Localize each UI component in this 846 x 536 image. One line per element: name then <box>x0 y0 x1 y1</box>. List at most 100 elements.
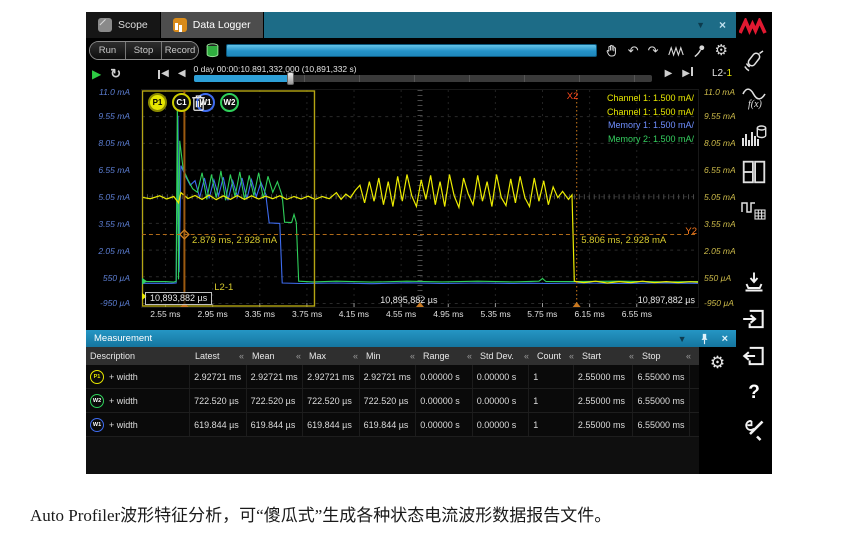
tab-data-logger[interactable]: Data Logger <box>161 12 264 38</box>
col-description[interactable]: Description <box>86 347 191 365</box>
legend-channel1-b: Channel 1: 1.500 mA/ <box>607 106 694 120</box>
col-std-dev[interactable]: Std Dev.« <box>476 347 533 365</box>
waveform-plot[interactable]: P1 C1 W1 W2 Channel 1: 1.500 mA/ Channel… <box>141 89 699 308</box>
page: Scope Data Logger ▼ × Run Stop Record <box>0 0 846 536</box>
col-stop[interactable]: Stop« <box>638 347 695 365</box>
tab-data-logger-label: Data Logger <box>193 19 251 31</box>
record-button[interactable]: Record <box>162 42 198 59</box>
col-min[interactable]: Min« <box>362 347 419 365</box>
timestamp-left: 10,893,882 µs <box>145 292 212 305</box>
play-button[interactable]: ▶ <box>92 64 101 84</box>
tab-scope[interactable]: Scope <box>86 12 161 38</box>
app-window: Scope Data Logger ▼ × Run Stop Record <box>86 12 772 474</box>
col-max[interactable]: Max« <box>305 347 362 365</box>
col-latest[interactable]: Latest« <box>191 347 248 365</box>
acquisition-button-group: Run Stop Record <box>89 41 199 60</box>
x-axis: 2.55 ms 2.95 ms 3.35 ms 3.75 ms 4.15 ms … <box>142 307 698 322</box>
svg-text:f(x): f(x) <box>748 99 763 110</box>
keysight-logo-icon <box>739 14 769 38</box>
playback-bar: ▶ ↻ ◀ ◀ 0 day 00:00:10.891,332,000 (10,8… <box>86 63 736 87</box>
col-count[interactable]: Count« <box>533 347 578 365</box>
step-forward-button[interactable]: ▶ <box>665 64 673 84</box>
repeat-button[interactable]: ↻ <box>110 64 121 84</box>
caption-text: Auto Profiler波形特征分析，可“傻瓜式”生成各种状态电流波形数据报告… <box>30 501 820 526</box>
timeline-scrubber[interactable] <box>194 75 652 82</box>
undo-icon[interactable]: ↶ <box>628 44 639 57</box>
row-icon-w1: W1 <box>90 418 104 432</box>
probe-setup-icon[interactable] <box>739 47 769 75</box>
measurement-title: Measurement <box>94 333 152 344</box>
timeline: 0 day 00:00:10.891,332,000 (10,891,332 s… <box>194 64 652 82</box>
measurement-row-p1[interactable]: P1+ width 2.92721 ms 2.92721 ms 2.92721 … <box>86 365 699 389</box>
trace-legend: Channel 1: 1.500 mA/ Channel 1: 1.500 mA… <box>607 92 694 146</box>
tab-bar: Scope Data Logger ▼ × <box>86 12 736 38</box>
histogram-data-icon[interactable] <box>739 121 769 149</box>
title-bar: ▼ × <box>264 12 736 38</box>
right-sidebar: f(x) ? <box>736 12 772 474</box>
waveform-zoom-icon[interactable] <box>668 45 684 57</box>
measurement-header-row: Description Latest« Mean« Max« Min« Rang… <box>86 347 699 365</box>
tools-icon[interactable] <box>739 416 769 444</box>
math-function-icon[interactable]: f(x) <box>739 84 769 112</box>
measurement-panel: Measurement ▼ × Description Latest« Mean… <box>86 330 736 474</box>
step-back-button[interactable]: ◀ <box>178 64 186 84</box>
row-icon-p1: P1 <box>90 370 104 384</box>
measurement-body: Description Latest« Mean« Max« Min« Rang… <box>86 347 736 474</box>
pan-hand-icon[interactable] <box>604 43 619 58</box>
skip-to-end-button[interactable]: ▶ <box>682 64 693 84</box>
table-settings-gear-icon[interactable]: ⚙ <box>710 353 725 373</box>
probe-point-icon[interactable] <box>693 44 706 58</box>
legend-channel1-a: Channel 1: 1.500 mA/ <box>607 92 694 106</box>
storage-icon <box>206 43 219 58</box>
col-range[interactable]: Range« <box>419 347 476 365</box>
stop-button[interactable]: Stop <box>126 42 162 59</box>
marker2-readout: 5.806 ms, 2.928 mA <box>581 235 666 246</box>
measurement-title-bar[interactable]: Measurement ▼ × <box>86 330 736 347</box>
timestamp-mid: 10,895,882 µs <box>380 295 437 305</box>
record-progress-bar <box>226 44 597 57</box>
skip-to-start-button[interactable]: ◀ <box>158 64 169 84</box>
left-y-axis: 11.0 mA 9.55 mA 8.05 mA 6.55 mA 5.05 mA … <box>86 89 141 308</box>
collapse-caret-icon[interactable]: ▼ <box>696 20 705 30</box>
import-icon[interactable] <box>739 305 769 333</box>
timestamp-right: 10,897,882 µs <box>638 295 695 305</box>
data-logger-icon <box>173 18 187 32</box>
scrubber-progress <box>194 75 288 82</box>
timeline-position-label: 0 day 00:00:10.891,332,000 (10,891,332 s… <box>194 64 652 74</box>
legend-memory2: Memory 2: 1.500 mA/ <box>607 133 694 147</box>
save-icon[interactable] <box>739 268 769 296</box>
waveform-chart: 11.0 mA 9.55 mA 8.05 mA 6.55 mA 5.05 mA … <box>86 87 736 325</box>
x2-marker-label[interactable]: X2 <box>567 91 579 102</box>
measurement-row-w2[interactable]: W2+ width 722.520 µs 722.520 µs 722.520 … <box>86 389 699 413</box>
view-tool-icons: ↶ ↷ ⚙ <box>604 43 730 58</box>
y2-marker-label[interactable]: Y2 <box>685 226 697 237</box>
redo-icon[interactable]: ↷ <box>648 44 659 57</box>
table-settings-column: ⚙ <box>699 347 736 474</box>
run-button[interactable]: Run <box>90 42 126 59</box>
row-icon-w2: W2 <box>90 394 104 408</box>
segment-label: L2-1 <box>712 64 732 84</box>
panel-dropdown-icon[interactable]: ▼ <box>678 334 687 344</box>
scope-icon <box>98 18 112 32</box>
settings-gear-icon[interactable]: ⚙ <box>715 44 728 57</box>
measurement-row-w1[interactable]: W1+ width 619.844 µs 619.844 µs 619.844 … <box>86 413 699 437</box>
col-start[interactable]: Start« <box>578 347 638 365</box>
legend-memory1: Memory 1: 1.500 mA/ <box>607 119 694 133</box>
measurement-table: Description Latest« Mean« Max« Min« Rang… <box>86 347 699 474</box>
close-icon[interactable]: × <box>719 18 726 32</box>
right-y-axis: 11.0 mA 9.55 mA 8.05 mA 6.55 mA 5.05 mA … <box>699 89 736 308</box>
measurement-table-icon[interactable] <box>739 195 769 223</box>
window-layout-icon[interactable] <box>739 158 769 186</box>
main-area: Scope Data Logger ▼ × Run Stop Record <box>86 12 736 474</box>
tab-scope-label: Scope <box>118 19 148 31</box>
segment-label-plot: L2-1 <box>214 282 233 293</box>
toolbar: Run Stop Record ↶ ↷ <box>86 38 736 63</box>
scrubber-handle[interactable] <box>287 72 294 85</box>
panel-close-icon[interactable]: × <box>722 333 728 345</box>
trace-chips: P1 C1 W1 W2 <box>148 93 249 112</box>
col-mean[interactable]: Mean« <box>248 347 305 365</box>
pin-icon[interactable] <box>700 333 709 345</box>
marker1-readout: 2.879 ms, 2.928 mA <box>192 235 277 246</box>
help-icon[interactable]: ? <box>739 379 769 407</box>
export-icon[interactable] <box>739 342 769 370</box>
